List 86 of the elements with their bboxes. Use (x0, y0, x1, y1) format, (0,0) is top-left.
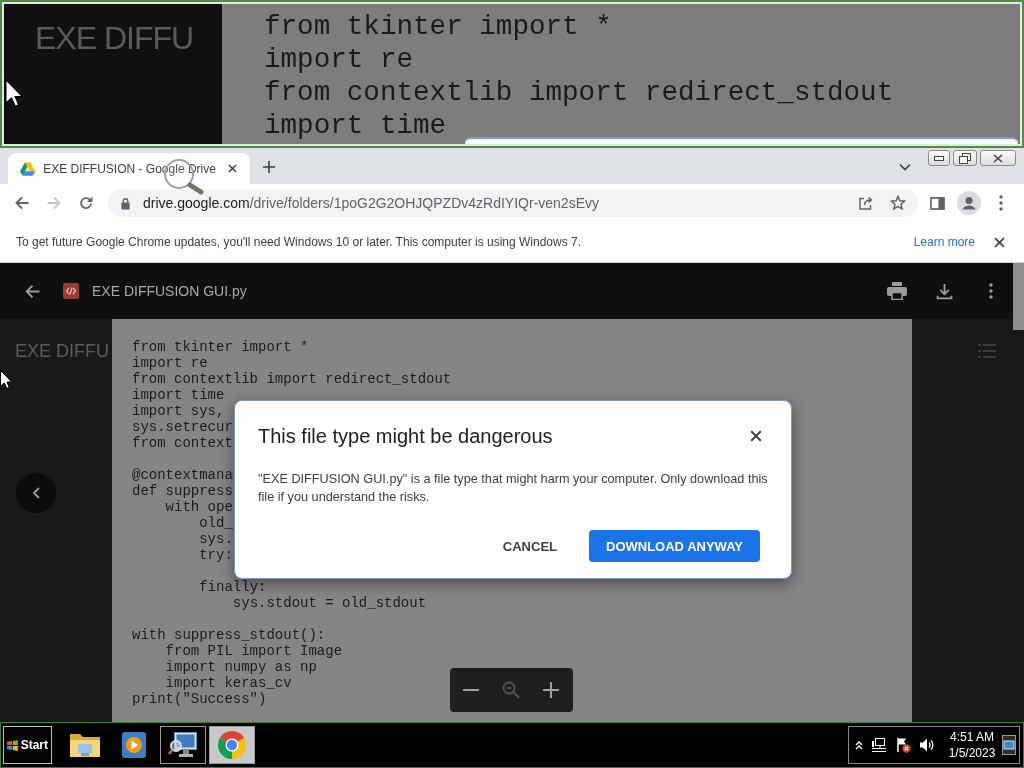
minus-icon (463, 689, 479, 691)
code-line: from contextlib import redirect_stdout (132, 371, 452, 387)
magnified-code-line: import time (264, 110, 447, 141)
tab-title: EXE DIFFUSION - Google Drive (43, 161, 216, 176)
minimize-icon (934, 155, 944, 161)
code-file-icon (63, 283, 79, 299)
reload-icon (78, 195, 94, 211)
code-line: import keras_cv (165, 675, 292, 691)
close-icon (993, 236, 1005, 248)
play-icon (121, 731, 147, 759)
file-name: EXE DIFFUSION GUI.py (92, 283, 247, 299)
taskbar-app-button[interactable] (160, 726, 206, 764)
cancel-button[interactable]: CANCEL (485, 530, 574, 562)
download-icon (935, 282, 953, 300)
network-icon[interactable] (871, 737, 887, 753)
magnified-page-title: EXE DIFFU (35, 20, 194, 56)
list-icon (978, 344, 996, 358)
more-vertical-icon (999, 195, 1003, 211)
code-line: old_ (199, 515, 233, 531)
plus-icon (263, 161, 275, 173)
code-line: print("Success") (132, 691, 267, 707)
close-icon (750, 430, 762, 442)
printer-icon (887, 282, 907, 300)
browser-tab[interactable]: EXE DIFFUSION - Google Drive (8, 153, 250, 184)
scrollbar-thumb[interactable] (1013, 263, 1024, 330)
code-line: import re (132, 355, 208, 371)
clock-date[interactable]: 1/5/2023 (948, 745, 996, 761)
dialog-message: "EXE DIFFUSION GUI.py" is a file type that might harm your computer. Only download this file if you understand the risks. (258, 471, 769, 506)
code-line: from PIL import Image (165, 643, 343, 659)
plus-icon (543, 682, 559, 698)
code-line: @contextmana (132, 467, 233, 483)
chevron-left-icon (32, 487, 40, 499)
triangle-logo-icon (20, 161, 36, 176)
magnified-code-line: from contextlib import redirect_stdout (264, 77, 894, 108)
star-icon (890, 195, 906, 211)
code-line: import numpy as np (165, 659, 317, 675)
info-message: To get future Google Chrome updates, you'll need Windows 10 or later. This computer is using Windows 7. (16, 235, 582, 249)
start-button[interactable]: Start (3, 726, 52, 764)
code-line: try: (199, 547, 233, 563)
address-bar[interactable]: drive.google.com/drive/folders/1poG2G2OHJQPZDv4zRdIYIQr-ven2sEvy (108, 189, 918, 217)
speaker-icon[interactable] (919, 737, 935, 753)
code-line: from context (132, 435, 233, 451)
code-line: sys.stdout = old_stdout (232, 595, 427, 611)
code-line: sys.setrecur (132, 419, 233, 435)
code-line: import sys, (132, 403, 225, 419)
close-icon (227, 164, 237, 173)
arrow-right-icon (46, 195, 62, 211)
arrow-left-icon (23, 282, 41, 300)
dialog-title: This file type might be dangerous (258, 424, 553, 449)
code-line: def suppress (132, 483, 233, 499)
magnified-code-line: import re (264, 44, 414, 75)
show-desktop-icon[interactable] (1002, 735, 1016, 755)
lock-icon (120, 196, 131, 210)
share-icon (858, 195, 874, 211)
more-vertical-icon (989, 283, 993, 299)
url-text: drive.google.com/drive/folders/1poG2G2OHJQPZDv4zRdIYIQr-ven2sEvy (143, 195, 600, 211)
browser-icon (217, 730, 247, 760)
window-close-button[interactable] (980, 150, 1016, 166)
download-anyway-button[interactable]: DOWNLOAD ANYWAY (589, 530, 760, 562)
cursor-icon (5, 78, 23, 108)
flag-icon[interactable] (895, 737, 911, 753)
code-line: from tkinter import * (132, 339, 309, 355)
avatar-icon (957, 191, 981, 215)
magnified-code-line: from tkinter import * (264, 11, 612, 42)
restore-button[interactable] (953, 150, 977, 166)
clock-time[interactable]: 4:51 AM (950, 729, 994, 745)
learn-more-link[interactable]: Learn more (913, 235, 975, 249)
code-line: sys. (199, 531, 233, 547)
folder-icon (69, 731, 101, 759)
chevron-down-icon (899, 163, 911, 171)
code-line: finally: (199, 579, 267, 595)
cursor-icon (0, 370, 12, 389)
magnifier-icon (502, 681, 520, 699)
code-line: with suppress_stdout(): (132, 627, 326, 643)
code-line: import time (132, 387, 225, 403)
restore-icon (959, 152, 971, 164)
chevron-up-icon[interactable] (855, 740, 863, 750)
page-title: EXE DIFFU (15, 341, 109, 361)
windows-flag-icon (7, 738, 19, 752)
close-icon (993, 153, 1003, 163)
arrow-left-icon (14, 195, 30, 211)
code-line: with ope (165, 499, 233, 515)
sidebar-icon (929, 196, 945, 210)
profile-button[interactable] (955, 189, 983, 217)
minimize-button[interactable] (928, 150, 950, 166)
monitor-icon (168, 730, 198, 760)
